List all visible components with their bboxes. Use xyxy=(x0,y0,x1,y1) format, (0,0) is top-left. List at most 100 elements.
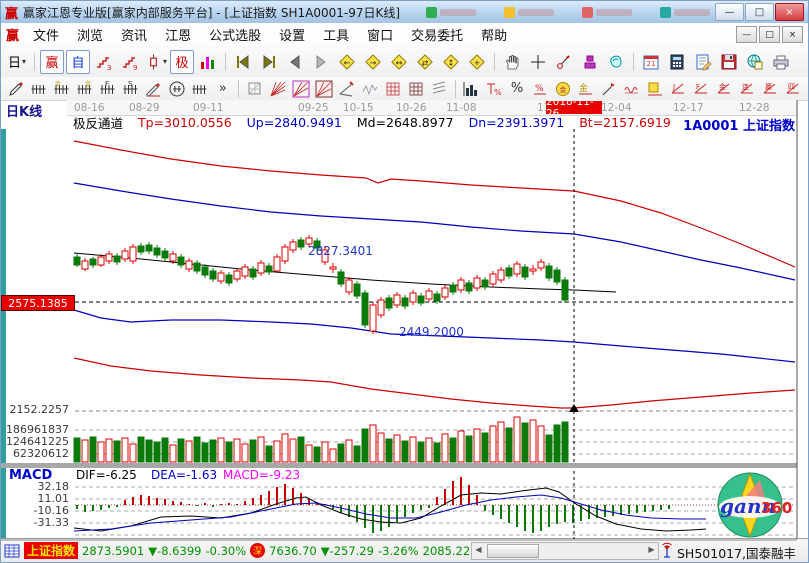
toolbar-main: 日▾赢自39▾极←→↔⇄↕+21 xyxy=(1,46,808,78)
pattern-tool-icon[interactable] xyxy=(604,50,628,74)
close-button[interactable]: × xyxy=(775,3,804,21)
scroll-left-arrow[interactable]: ◀ xyxy=(472,543,485,557)
percent-icon[interactable]: % xyxy=(507,78,528,99)
angle-lian-icon[interactable]: 连 xyxy=(737,78,758,99)
menu-item-交易委托[interactable]: 交易委托 xyxy=(402,23,472,46)
percent-t-icon[interactable]: % xyxy=(484,78,505,99)
angle-j-icon[interactable]: J xyxy=(668,78,689,99)
gann-fan-box-icon[interactable] xyxy=(290,78,311,99)
zoom-fit-icon[interactable]: + xyxy=(465,50,489,74)
menu-item-浏览[interactable]: 浏览 xyxy=(68,23,112,46)
pan-hand-icon[interactable] xyxy=(500,50,524,74)
angle-pen-icon[interactable] xyxy=(336,78,357,99)
gold-under-icon[interactable] xyxy=(645,78,666,99)
svg-text:→: → xyxy=(370,58,377,67)
nav-first-icon[interactable] xyxy=(231,50,255,74)
scroll-right-arrow[interactable]: ▶ xyxy=(645,543,658,557)
gann-fan-icon[interactable] xyxy=(267,78,288,99)
svg-text:%: % xyxy=(494,88,502,97)
gann-box-icon[interactable] xyxy=(244,78,265,99)
sz-market-icon[interactable]: 深 xyxy=(250,543,265,558)
angle-si-icon[interactable]: 四 xyxy=(783,78,804,99)
maximize-button[interactable]: □ xyxy=(745,3,774,21)
winner-home-icon[interactable]: 赢 xyxy=(40,50,64,74)
menu-item-资讯[interactable]: 资讯 xyxy=(112,23,156,46)
column-chart-icon[interactable] xyxy=(461,78,482,99)
price-grid-2-icon[interactable] xyxy=(405,78,426,99)
web-link-icon[interactable] xyxy=(743,50,767,74)
zoom-swap-icon[interactable]: ⇄ xyxy=(413,50,437,74)
angle-ying-icon[interactable]: 赢 xyxy=(760,78,781,99)
svg-text:F: F xyxy=(105,80,109,88)
zoom-right-icon[interactable]: → xyxy=(361,50,385,74)
candle-style-icon[interactable]: ▾ xyxy=(144,50,168,74)
dropdown-arrow-icon[interactable]: ▾ xyxy=(163,57,167,66)
memo-icon[interactable] xyxy=(691,50,715,74)
menu-item-江恩[interactable]: 江恩 xyxy=(156,23,200,46)
crosshair-icon[interactable] xyxy=(526,50,550,74)
more-tools-icon[interactable]: » xyxy=(212,78,233,99)
date-tick-label: 09-25 xyxy=(298,102,329,114)
draw-brush-icon[interactable] xyxy=(5,78,26,99)
angle-f-icon[interactable]: F xyxy=(691,78,712,99)
zoom-left-icon[interactable]: ← xyxy=(335,50,359,74)
period-day-icon[interactable]: 日▾ xyxy=(5,50,29,74)
quote-table-icon[interactable] xyxy=(4,544,20,558)
mdi-close-button[interactable]: × xyxy=(782,26,803,43)
speed-lines-icon[interactable] xyxy=(429,78,450,99)
jifan-channel-icon[interactable]: 极 xyxy=(170,50,194,74)
gann-fence-gold-icon[interactable]: 金 xyxy=(51,78,72,99)
symbol-header: 1A0001 上证指数 xyxy=(661,115,795,134)
gann-fence-s-icon[interactable]: S xyxy=(120,78,141,99)
macd-dif-value: DIF=-6.25 xyxy=(76,468,137,482)
zoom-horizontal-icon[interactable]: ↔ xyxy=(387,50,411,74)
menu-item-设置[interactable]: 设置 xyxy=(270,23,314,46)
sh-percent: -0.30% xyxy=(205,544,246,558)
mdi-minimize-button[interactable]: — xyxy=(736,26,757,43)
calculator-icon[interactable] xyxy=(665,50,689,74)
menu-item-工具[interactable]: 工具 xyxy=(314,23,358,46)
menubar: 赢 文件浏览资讯江恩公式选股设置工具窗口交易委托帮助 — □ × xyxy=(1,23,808,47)
vol-indicator-icon[interactable] xyxy=(196,50,220,74)
mdi-restore-button[interactable]: □ xyxy=(759,26,780,43)
gann-fence-plain-icon[interactable] xyxy=(189,78,210,99)
zoom-vertical-icon[interactable]: ↕ xyxy=(439,50,463,74)
gann-fence-f-icon[interactable]: F xyxy=(97,78,118,99)
calendar-icon[interactable]: 21 xyxy=(639,50,663,74)
sh-index-badge[interactable]: 上证指数 xyxy=(24,542,78,559)
mark-point-icon[interactable] xyxy=(552,50,576,74)
self-select-icon[interactable]: 自 xyxy=(66,50,90,74)
titlebar-ticker-chip xyxy=(660,7,710,18)
gann-fence-gold2-icon[interactable]: 金 xyxy=(74,78,95,99)
gann360-logo: gann 360 xyxy=(708,471,792,539)
menu-item-公式选股[interactable]: 公式选股 xyxy=(200,23,270,46)
menu-item-文件[interactable]: 文件 xyxy=(24,23,68,46)
scrollbar-thumb[interactable] xyxy=(487,544,539,558)
horizontal-scrollbar[interactable]: ◀ ▶ xyxy=(471,542,659,560)
nav-next-icon[interactable] xyxy=(309,50,333,74)
nav-prev-icon[interactable] xyxy=(283,50,307,74)
toolbar-separator xyxy=(633,53,634,71)
wave-zigzag-icon[interactable] xyxy=(359,78,380,99)
wave-tool-icon[interactable] xyxy=(622,78,643,99)
menu-item-帮助[interactable]: 帮助 xyxy=(472,23,516,46)
gann-fan-box2-icon[interactable] xyxy=(313,78,334,99)
print-icon[interactable] xyxy=(769,50,793,74)
min-line-3-icon[interactable]: 3 xyxy=(92,50,116,74)
time-cycle-icon[interactable] xyxy=(166,78,187,99)
panel-label: 日K线 xyxy=(6,101,42,120)
date-tick-label: 11-08 xyxy=(446,102,477,114)
pen-ruler-icon[interactable] xyxy=(143,78,164,99)
menu-logo-icon: 赢 xyxy=(6,25,19,44)
fund-link[interactable]: SH501017,国泰融丰 xyxy=(677,543,796,562)
price-grid-icon[interactable] xyxy=(382,78,403,99)
save-icon[interactable] xyxy=(717,50,741,74)
angle-gold-icon[interactable]: 金 xyxy=(714,78,735,99)
dropdown-arrow-icon[interactable]: ▾ xyxy=(22,57,26,66)
menu-item-窗口[interactable]: 窗口 xyxy=(358,23,402,46)
nav-last-icon[interactable] xyxy=(257,50,281,74)
gann-fence-icon[interactable] xyxy=(28,78,49,99)
stamp-tool-icon[interactable] xyxy=(578,50,602,74)
min-line-9-icon[interactable]: 9 xyxy=(118,50,142,74)
minimize-button[interactable]: — xyxy=(715,3,744,21)
